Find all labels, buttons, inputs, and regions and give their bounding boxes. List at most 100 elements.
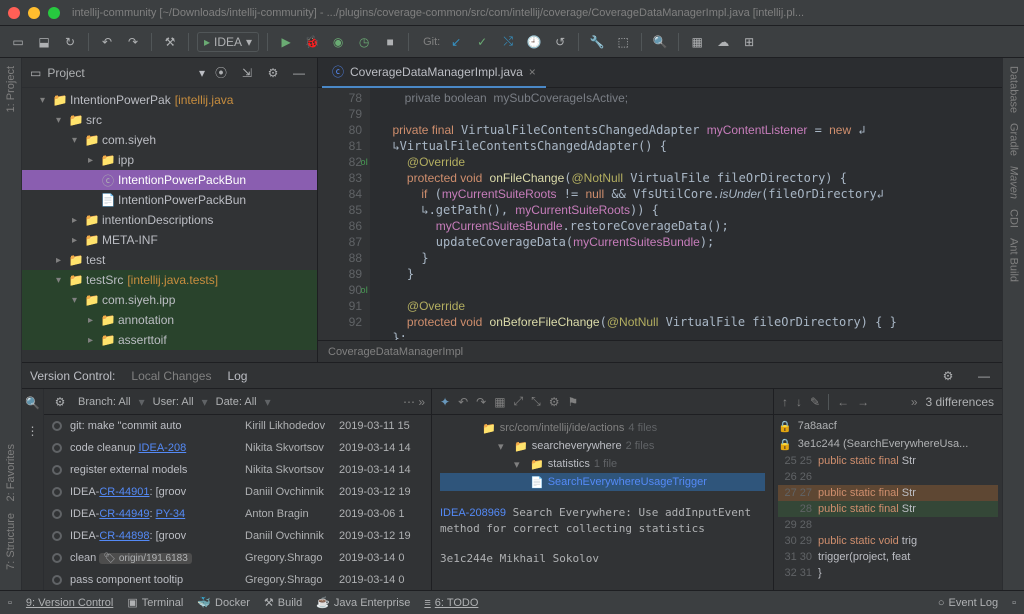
close-window-button[interactable]: [8, 7, 20, 19]
tree-row[interactable]: ▾📁com.siyeh: [22, 130, 317, 150]
plus-icon[interactable]: ✦: [440, 395, 450, 409]
search-icon[interactable]: 🔍: [650, 32, 670, 52]
up-icon[interactable]: ↑: [782, 395, 788, 409]
save-all-icon[interactable]: ⬓: [34, 32, 54, 52]
tree-row[interactable]: ▸📁asserttoif: [22, 330, 317, 350]
back-icon[interactable]: ←: [837, 395, 849, 409]
tool-project[interactable]: 1: Project: [5, 66, 17, 112]
tree-row[interactable]: ▾📁src: [22, 110, 317, 130]
vc-search-icon[interactable]: 🔍: [23, 393, 43, 413]
tab-log[interactable]: Log: [227, 369, 247, 383]
profile-icon[interactable]: ◷: [354, 32, 374, 52]
tool-cdi[interactable]: CDI: [1008, 209, 1020, 228]
branch-filter[interactable]: Branch: All: [78, 396, 131, 408]
hide-icon[interactable]: —: [289, 63, 309, 83]
tool3-icon[interactable]: ⊞: [739, 32, 759, 52]
breadcrumb[interactable]: CoverageDataManagerImpl: [318, 340, 1002, 362]
tool-ant[interactable]: Ant Build: [1008, 238, 1020, 282]
tree-row[interactable]: ▸📁ipp: [22, 150, 317, 170]
fwd-icon[interactable]: →: [857, 395, 869, 409]
tool-gradle[interactable]: Gradle: [1008, 123, 1020, 156]
tool-structure[interactable]: 7: Structure: [5, 513, 17, 570]
sb-event-log[interactable]: ○ Event Log: [938, 597, 998, 609]
changed-file-row[interactable]: ▾📁 searcheverywhere 2 files: [440, 437, 765, 455]
tool-database[interactable]: Database: [1008, 66, 1020, 113]
sb-terminal[interactable]: ▣ Terminal: [127, 596, 183, 609]
git-compare-icon[interactable]: ⤭: [498, 32, 518, 52]
debug-icon[interactable]: 🐞: [302, 32, 322, 52]
editor-tab[interactable]: ⓒ CoverageDataManagerImpl.java ×: [322, 58, 546, 88]
edit-icon[interactable]: ✎: [810, 395, 820, 409]
commit-row[interactable]: git: make "commit autoKirill Likhodedov2…: [44, 415, 431, 437]
git-commit-icon[interactable]: ✓: [472, 32, 492, 52]
hammer-icon[interactable]: ⚒: [160, 32, 180, 52]
changed-file-row[interactable]: 📄 SearchEverywhereUsageTrigger: [440, 473, 765, 491]
tool-maven[interactable]: Maven: [1008, 166, 1020, 199]
coverage-icon[interactable]: ◉: [328, 32, 348, 52]
commit-row[interactable]: clean 🏷 origin/191.6183Gregory.Shrago201…: [44, 547, 431, 569]
run-configuration-select[interactable]: ▸IDEA▾: [197, 32, 259, 52]
project-tree[interactable]: ▾📁IntentionPowerPak[intellij.java▾📁src▾📁…: [22, 88, 317, 362]
tree-row[interactable]: ▸📁annotation: [22, 310, 317, 330]
changed-file-row[interactable]: ▾📁 statistics 1 file: [440, 455, 765, 473]
vc-gear-icon[interactable]: ⚙: [938, 366, 958, 386]
sb-version-control[interactable]: 9: Version Control: [26, 597, 113, 609]
tree-row[interactable]: ▾📁testSrc[intellij.java.tests]: [22, 270, 317, 290]
commit-list[interactable]: git: make "commit autoKirill Likhodedov2…: [44, 415, 431, 590]
tree-row[interactable]: ▸📁test: [22, 250, 317, 270]
down-icon[interactable]: ↓: [796, 395, 802, 409]
code-editor[interactable]: private boolean mySubCoverageIsActive; p…: [370, 88, 1002, 340]
sb-build[interactable]: ⚒ Build: [264, 596, 302, 609]
gear-icon[interactable]: ⚙: [263, 63, 283, 83]
git-update-icon[interactable]: ↙: [446, 32, 466, 52]
group-icon[interactable]: ▦: [494, 395, 505, 409]
tool-favorites[interactable]: 2: Favorites: [5, 444, 17, 501]
sb-java-enterprise[interactable]: ☕ Java Enterprise: [316, 596, 410, 609]
tool1-icon[interactable]: ▦: [687, 32, 707, 52]
tree-row[interactable]: ▸📁intentionDescriptions: [22, 210, 317, 230]
commit-row[interactable]: IDEA-CR-44949: PY-34Anton Bragin2019-03-…: [44, 503, 431, 525]
commit-row[interactable]: IDEA-CR-44898: [groovDaniil Ovchinnik201…: [44, 525, 431, 547]
project-structure-icon[interactable]: ⬚: [613, 32, 633, 52]
redo-icon[interactable]: ↷: [123, 32, 143, 52]
collapse-icon[interactable]: ⤡: [531, 394, 541, 409]
tree-row[interactable]: ▾📁com.siyeh.ipp: [22, 290, 317, 310]
git-rollback-icon[interactable]: ↺: [550, 32, 570, 52]
undo-icon[interactable]: ↶: [458, 395, 468, 409]
vc-filter-gear-icon[interactable]: ⚙: [50, 392, 70, 412]
close-tab-icon[interactable]: ×: [529, 65, 536, 79]
redo-icon[interactable]: ↷: [476, 395, 486, 409]
sb-docker[interactable]: 🐳 Docker: [197, 596, 250, 609]
commit-row[interactable]: register external modelsNikita Skvortsov…: [44, 459, 431, 481]
diff-viewer[interactable]: 🔒 7a8aacf 🔒 3e1c244 (SearchEverywhereUsa…: [774, 415, 1002, 590]
git-history-icon[interactable]: 🕘: [524, 32, 544, 52]
tree-row[interactable]: ⓒIntentionPowerPackBun: [22, 170, 317, 190]
settings-icon[interactable]: 🔧: [587, 32, 607, 52]
collapse-icon[interactable]: ⇲: [237, 63, 257, 83]
changed-file-row[interactable]: 📁 src/com/intellij/ide/actions 4 files: [440, 419, 765, 437]
maximize-window-button[interactable]: [48, 7, 60, 19]
user-filter[interactable]: User: All: [153, 396, 194, 408]
sb-todo[interactable]: ≡ 6: TODO: [424, 597, 478, 609]
line-gutter[interactable]: 7879808182oI8384858687888990oI9192: [318, 88, 370, 340]
gear2-icon[interactable]: ⚙: [549, 395, 560, 409]
commit-row[interactable]: pass component tooltipGregory.Shrago2019…: [44, 569, 431, 590]
tree-row[interactable]: ▸📁META-INF: [22, 230, 317, 250]
stop-icon[interactable]: ■: [380, 32, 400, 52]
locate-icon[interactable]: ⦿: [211, 63, 231, 83]
sync-icon[interactable]: ↻: [60, 32, 80, 52]
tree-row[interactable]: ▾📁IntentionPowerPak[intellij.java: [22, 90, 317, 110]
commit-row[interactable]: IDEA-CR-44901: [groovDaniil Ovchinnik201…: [44, 481, 431, 503]
tool2-icon[interactable]: ☁: [713, 32, 733, 52]
tab-local-changes[interactable]: Local Changes: [131, 369, 211, 383]
run-icon[interactable]: ▶: [276, 32, 296, 52]
open-icon[interactable]: ▭: [8, 32, 28, 52]
tree-row[interactable]: 📄IntentionPowerPackBun: [22, 190, 317, 210]
expand-icon[interactable]: ⤢: [514, 394, 524, 409]
vc-hide-icon[interactable]: —: [974, 366, 994, 386]
undo-icon[interactable]: ↶: [97, 32, 117, 52]
vc-more-icon[interactable]: ⋮: [23, 421, 43, 441]
minimize-window-button[interactable]: [28, 7, 40, 19]
flag-icon[interactable]: ⚑: [568, 395, 579, 409]
date-filter[interactable]: Date: All: [216, 396, 257, 408]
